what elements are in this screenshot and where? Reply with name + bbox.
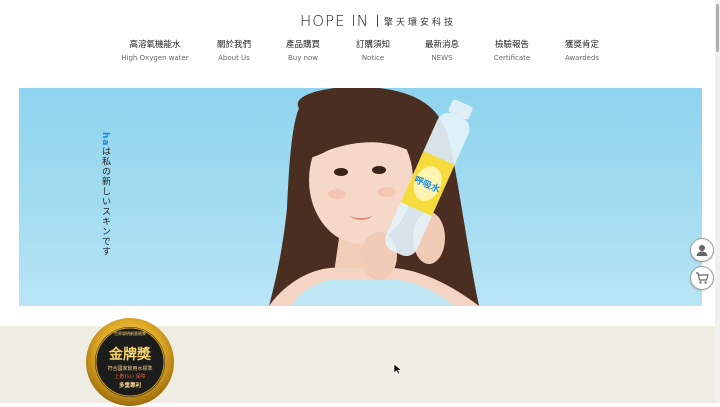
nav-item-about-us[interactable]: 關於我們 About Us [204, 40, 264, 63]
medal-line-3: 多重專利 [119, 381, 142, 389]
medal-line-2: 上數ISO 保障 [114, 373, 145, 380]
nav-item-news[interactable]: 最新消息 NEWS [412, 40, 472, 63]
nav-label-en: Notice [361, 54, 385, 62]
nav-label-cn: 獲獎肯定 [564, 40, 599, 50]
cart-button[interactable] [690, 266, 714, 290]
gold-medal-award-badge: 世界發明創意競賽 金牌獎 符合國家飲用水標準 上數ISO 保障 多重專利 [86, 318, 174, 406]
hero-tagline: haは私の新しいスキンです [98, 132, 112, 256]
hero-banner[interactable]: haは私の新しいスキンです 呼吸水 [19, 88, 702, 306]
nav-label-en: About Us [218, 54, 250, 62]
site-header: HOPE IN 擎天環安科技 高溶氧機能水 High Oxygen water … [0, 0, 720, 80]
nav-label-cn: 產品購買 [285, 40, 320, 50]
medal-title: 金牌獎 [108, 346, 152, 363]
nav-label-en: NEWS [431, 54, 453, 62]
medal-ring-text: 世界發明創意競賽 [114, 330, 146, 336]
site-logo[interactable]: HOPE IN 擎天環安科技 [300, 11, 456, 31]
mouse-pointer-icon [393, 363, 403, 375]
nav-label-en: Certificate [493, 54, 531, 62]
nav-item-awards[interactable]: 獲獎肯定 Awardeds [552, 40, 612, 63]
nav-label-cn: 最新消息 [424, 40, 459, 50]
cart-icon [696, 272, 709, 284]
page-scrollbar[interactable] [715, 0, 720, 403]
logo-english: HOPE IN [300, 12, 370, 30]
main-nav: 高溶氧機能水 High Oxygen water 關於我們 About Us 產… [0, 40, 720, 66]
nav-label-cn: 關於我們 [216, 40, 251, 50]
medal-line-1: 符合國家飲用水標準 [107, 365, 152, 372]
user-icon [696, 245, 708, 256]
nav-label-cn: 檢驗報告 [494, 40, 529, 50]
nav-item-buy-now[interactable]: 產品購買 Buy now [273, 40, 333, 63]
hero-model-with-bottle-image: 呼吸水 [269, 88, 479, 306]
nav-label-cn: 高溶氧機能水 [129, 40, 181, 50]
nav-label-en: High Oxygen water [121, 54, 189, 62]
scrollbar-thumb[interactable] [716, 4, 719, 52]
nav-label-en: Awardeds [564, 54, 600, 62]
nav-item-high-oxygen-water[interactable]: 高溶氧機能水 High Oxygen water [115, 40, 195, 63]
nav-item-notice[interactable]: 訂購須知 Notice [343, 40, 403, 63]
logo-chinese: 擎天環安科技 [384, 17, 457, 28]
nav-item-certificate[interactable]: 檢驗報告 Certificate [482, 40, 542, 63]
nav-label-en: Buy now [287, 54, 319, 62]
nav-label-cn: 訂購須知 [355, 40, 390, 50]
logo-divider [377, 15, 379, 27]
member-button[interactable] [690, 238, 714, 262]
hero-brand: ha [100, 132, 110, 147]
hero-tagline-text: は私の新しいスキンです [100, 146, 110, 257]
